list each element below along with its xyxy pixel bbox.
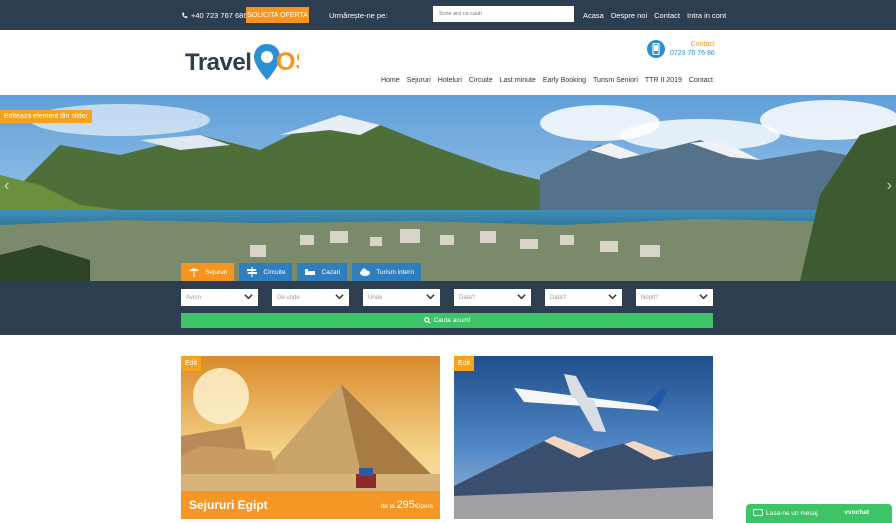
top-phone[interactable]: +40 723 767 686 [181, 11, 248, 20]
nav-hoteluri[interactable]: Hoteluri [438, 77, 462, 84]
search-now-label: Cauta acum! [433, 317, 471, 324]
tab-circuite[interactable]: Circuite [239, 263, 293, 281]
select-from[interactable]: De unde [272, 289, 349, 306]
hero-landscape-image [0, 95, 896, 281]
edit-card-button[interactable]: Edit [454, 356, 475, 371]
card-price: de la 295€/pers [381, 499, 433, 511]
nav-circuite[interactable]: Circuite [469, 77, 493, 84]
tab-cazari[interactable]: Cazari [297, 263, 348, 281]
top-link-home[interactable]: Acasa [583, 11, 604, 20]
nav-home[interactable]: Home [381, 77, 400, 84]
top-link-about[interactable]: Despre noi [611, 11, 647, 20]
signpost-icon [247, 267, 258, 277]
offer-card-egypt[interactable]: Edit Sejururi Egipt de la 295€/pers [181, 356, 440, 519]
contact-label: Contact [690, 41, 715, 48]
top-bar: +40 723 767 686 SOLICITA OFERTA Urmăreșt… [0, 0, 896, 30]
search-now-button[interactable]: Cauta acum! [181, 313, 713, 328]
select-date-2[interactable]: Data? [545, 289, 622, 306]
select-value: Data? [550, 294, 567, 301]
tab-label: Sejururi [205, 268, 228, 276]
tab-label: Turism intern [376, 268, 414, 276]
nav-early-booking[interactable]: Early Booking [543, 77, 586, 84]
select-transport[interactable]: Avion [181, 289, 258, 306]
card-caption: Sejururi Egipt de la 295€/pers [181, 491, 440, 519]
price-value: 295 [396, 499, 415, 511]
chevron-down-icon [426, 294, 435, 300]
select-value: De unde [277, 294, 300, 301]
site-logo[interactable]: Travel OS [185, 40, 299, 86]
top-links: Acasa Despre noi Contact Intra in cont [583, 11, 726, 20]
tab-label: Circuite [263, 268, 286, 276]
nav-ttr[interactable]: TTR II 2019 [645, 77, 682, 84]
select-nights[interactable]: Nopti? [636, 289, 713, 306]
main-nav: Home Sejururi Hoteluri Circuite Last min… [381, 77, 713, 84]
tab-label: Cazari [321, 268, 341, 276]
location-pin-logo-icon: OS [254, 44, 299, 80]
card-title: Sejururi Egipt [189, 498, 268, 512]
chevron-down-icon [244, 294, 253, 300]
logo-mark-text: OS [276, 48, 299, 76]
logo-text: Travel [185, 49, 252, 76]
select-value: Nopti? [641, 294, 659, 301]
hero-slider: Editeaza element din slider ‹ › [0, 95, 896, 281]
select-date-1[interactable]: Data? [454, 289, 531, 306]
search-icon [423, 317, 431, 324]
bed-icon [305, 269, 316, 275]
chat-brand: vvochat [844, 509, 869, 516]
top-link-login[interactable]: Intra in cont [687, 11, 726, 20]
chevron-down-icon [608, 294, 617, 300]
select-to[interactable]: Unde [363, 289, 440, 306]
phone-icon [182, 12, 188, 19]
header: Travel OS Contact 0723 76 76 86 Home Sej… [0, 30, 896, 95]
chat-bubble-icon [753, 509, 763, 517]
chevron-down-icon [335, 294, 344, 300]
tab-sejururi[interactable]: Sejururi [181, 263, 235, 281]
search-panel: Avion De unde Unde Data? Data? Nopti? Ca… [0, 281, 896, 335]
offer-card-flight[interactable]: Edit [454, 356, 713, 519]
nav-sejururi[interactable]: Sejururi [407, 77, 431, 84]
tab-turism-intern[interactable]: Turism intern [352, 263, 421, 281]
cloud-icon [360, 268, 371, 276]
top-phone-number: +40 723 767 686 [191, 11, 248, 20]
edit-slider-button[interactable]: Editeaza element din slider [0, 110, 93, 123]
nav-contact[interactable]: Contact [689, 77, 713, 84]
select-value: Data? [459, 294, 476, 301]
chevron-down-icon [699, 294, 708, 300]
follow-us-label: Urmărește-ne pe: [329, 11, 388, 20]
slider-prev-arrow-icon[interactable]: ‹ [4, 177, 9, 195]
contact-number: 0723 76 76 86 [670, 50, 715, 57]
search-tabs: Sejururi Circuite Cazari Turism intern [181, 263, 421, 281]
nav-last-minute[interactable]: Last minute [500, 77, 536, 84]
chat-widget[interactable]: Lasa-ne un mesaj vvochat [746, 504, 892, 523]
request-offer-button[interactable]: SOLICITA OFERTA [246, 7, 309, 23]
slider-next-arrow-icon[interactable]: › [887, 177, 892, 195]
select-value: Unde [368, 294, 383, 301]
nav-turism-seniori[interactable]: Turism Seniori [593, 77, 638, 84]
price-suffix: €/pers [414, 503, 433, 510]
top-link-contact[interactable]: Contact [654, 11, 680, 20]
edit-card-button[interactable]: Edit [181, 356, 202, 371]
top-search-input[interactable] [433, 6, 574, 22]
select-value: Avion [186, 294, 201, 301]
airplane-mountain-image [454, 356, 713, 519]
beach-icon [189, 268, 199, 277]
mobile-phone-icon [647, 40, 665, 58]
chevron-down-icon [517, 294, 526, 300]
chat-message-label: Lasa-ne un mesaj [766, 510, 818, 517]
header-contact[interactable]: Contact 0723 76 76 86 [647, 40, 715, 58]
price-prefix: de la [380, 503, 395, 510]
